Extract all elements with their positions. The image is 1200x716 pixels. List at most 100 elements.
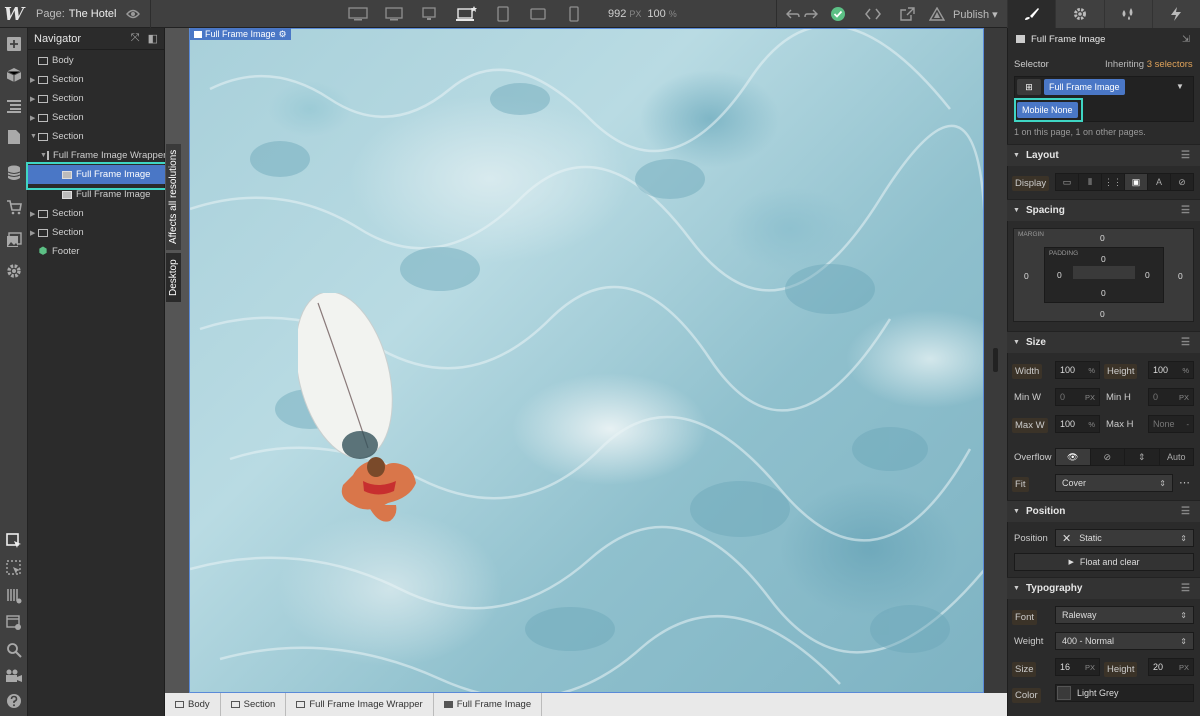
search-icon[interactable] [5,641,23,659]
fit-select[interactable]: Cover ⇕ [1055,474,1173,492]
style-brush-tab[interactable] [1007,0,1056,28]
display-none-button[interactable]: ⊘ [1170,174,1193,190]
selection-box-icon[interactable] [5,559,23,577]
assets-images-icon[interactable] [5,231,23,249]
size-section-header[interactable]: ▼ Size ☰ [1007,331,1200,353]
display-block-button[interactable]: ▭ [1056,174,1078,190]
desktop-tab[interactable]: Desktop [166,253,181,302]
typography-section-header[interactable]: ▼ Typography ☰ [1007,577,1200,599]
element-tag-icon[interactable]: ⊞ [1017,79,1041,95]
min-width-unit[interactable]: PX [1085,393,1095,402]
width-input[interactable]: 100% [1055,361,1100,379]
nav-item-body[interactable]: Body [30,51,163,70]
color-input[interactable]: Light Grey [1055,684,1194,702]
display-text-button[interactable]: A [1147,174,1170,190]
overflow-visible-eye-icon[interactable]: 👁 [1056,449,1090,465]
margin-bottom-value[interactable]: 0 [1100,309,1105,319]
overflow-hidden-icon[interactable]: ⊘ [1089,449,1125,465]
export-icon[interactable] [898,5,916,23]
lightning-icon-tab[interactable] [1151,0,1200,28]
page-selector[interactable]: Page: The Hotel [36,8,116,20]
resize-handle[interactable] [993,348,998,372]
width-unit[interactable]: % [1088,366,1095,375]
settings-gear-icon[interactable] [5,262,23,280]
style-paste-icon[interactable]: ⇲ [1182,34,1190,45]
margin-left-value[interactable]: 0 [1024,271,1029,281]
section-menu-icon[interactable]: ☰ [1181,205,1190,216]
line-height-input[interactable]: 20 PX [1148,658,1194,676]
dock-panel-icon[interactable]: ◧ [148,32,158,45]
nav-item-section[interactable]: ▶ Section [30,108,163,127]
nav-item-full-frame-image[interactable]: Full Frame Image [62,185,163,204]
padding-right-value[interactable]: 0 [1145,270,1150,280]
nav-item-footer[interactable]: ⬢ Footer [30,242,163,261]
breadcrumb-item-section[interactable]: Section [221,693,287,716]
settings-gear-icon[interactable]: ⚙ [279,29,287,40]
overflow-scroll-icon[interactable]: ⇕ [1124,449,1159,465]
max-height-input[interactable]: None - [1148,415,1194,433]
select-cursor-icon[interactable] [5,532,23,550]
font-select[interactable]: Raleway ⇕ [1055,606,1194,624]
settings-gear-tab[interactable] [1055,0,1103,28]
nav-item-section[interactable]: ▶ Section [30,70,163,89]
max-height-unit[interactable]: - [1187,420,1190,429]
help-icon[interactable] [5,692,23,710]
navigator-icon[interactable] [5,97,23,115]
line-height-unit[interactable]: PX [1179,663,1189,672]
class-pill[interactable]: Full Frame Image [1044,79,1125,95]
redo-icon[interactable] [802,5,820,23]
font-size-input[interactable]: 16 PX [1055,658,1100,676]
breadcrumb-item-body[interactable]: Body [165,693,221,716]
font-size-unit[interactable]: PX [1085,663,1095,672]
spacing-section-header[interactable]: ▼ Spacing ☰ [1007,199,1200,221]
display-inline-button[interactable]: ▣ [1124,174,1147,190]
section-menu-icon[interactable]: ☰ [1181,150,1190,161]
tablet-breakpoint-icon[interactable] [490,2,516,26]
mobile-portrait-icon[interactable] [561,2,587,26]
cms-database-icon[interactable] [5,164,23,182]
symbols-cube-icon[interactable] [5,66,23,84]
publish-button[interactable]: Publish ▾ [953,8,998,21]
breakpoint-large-icon[interactable] [345,2,371,26]
selector-dropdown-icon[interactable]: ▼ [1176,82,1184,91]
collapse-icon[interactable]: ⤧ [131,32,140,45]
margin-top-value[interactable]: 0 [1100,233,1105,243]
min-height-input[interactable]: 0 PX [1148,388,1194,406]
padding-bottom-value[interactable]: 0 [1101,288,1106,298]
publish-icon[interactable] [928,5,946,23]
overflow-auto-button[interactable]: Auto [1158,449,1194,465]
selected-element-tag[interactable]: Full Frame Image ⚙ [190,28,291,40]
inheriting-link[interactable]: 3 selectors [1147,59,1193,70]
min-width-input[interactable]: 0 PX [1055,388,1100,406]
section-menu-icon[interactable]: ☰ [1181,337,1190,348]
float-and-clear-toggle[interactable]: ▶ Float and clear [1014,553,1194,571]
breakpoint-medium-icon[interactable] [381,2,407,26]
pages-icon[interactable] [5,128,23,146]
layout-section-header[interactable]: ▼ Layout ☰ [1007,144,1200,166]
nav-item-full-frame-image-selected[interactable]: Full Frame Image [28,165,165,184]
nav-item-section[interactable]: ▶ Section [30,204,163,223]
color-swatch[interactable] [1057,686,1071,700]
max-width-input[interactable]: 100% [1055,415,1100,433]
desktop-breakpoint-icon[interactable] [453,2,479,26]
height-unit[interactable]: % [1182,366,1189,375]
breakpoint-small-icon[interactable] [416,2,442,26]
nav-item-section[interactable]: ▶ Section [30,223,163,242]
ecommerce-cart-icon[interactable] [5,198,23,216]
preview-icon[interactable] [5,614,23,632]
position-select[interactable]: ✕ Static ⇕ [1055,529,1194,547]
video-tutorials-icon[interactable] [5,667,23,685]
padding-left-value[interactable]: 0 [1057,270,1062,280]
section-menu-icon[interactable]: ☰ [1181,583,1190,594]
padding-top-value[interactable]: 0 [1101,254,1106,264]
breadcrumb-item-image[interactable]: Full Frame Image [434,693,543,716]
nav-item-wrapper[interactable]: ▼ Full Frame Image Wrapper [40,146,165,165]
undo-icon[interactable] [784,5,802,23]
nav-item-section[interactable]: ▼ Section [30,127,163,146]
min-height-unit[interactable]: PX [1179,393,1189,402]
interactions-drops-tab[interactable] [1103,0,1152,28]
affects-all-resolutions-tab[interactable]: Affects all resolutions [166,143,181,250]
height-input[interactable]: 100% [1148,361,1194,379]
weight-select[interactable]: 400 - Normal ⇕ [1055,632,1194,650]
more-options-icon[interactable]: ⋯ [1179,476,1190,489]
